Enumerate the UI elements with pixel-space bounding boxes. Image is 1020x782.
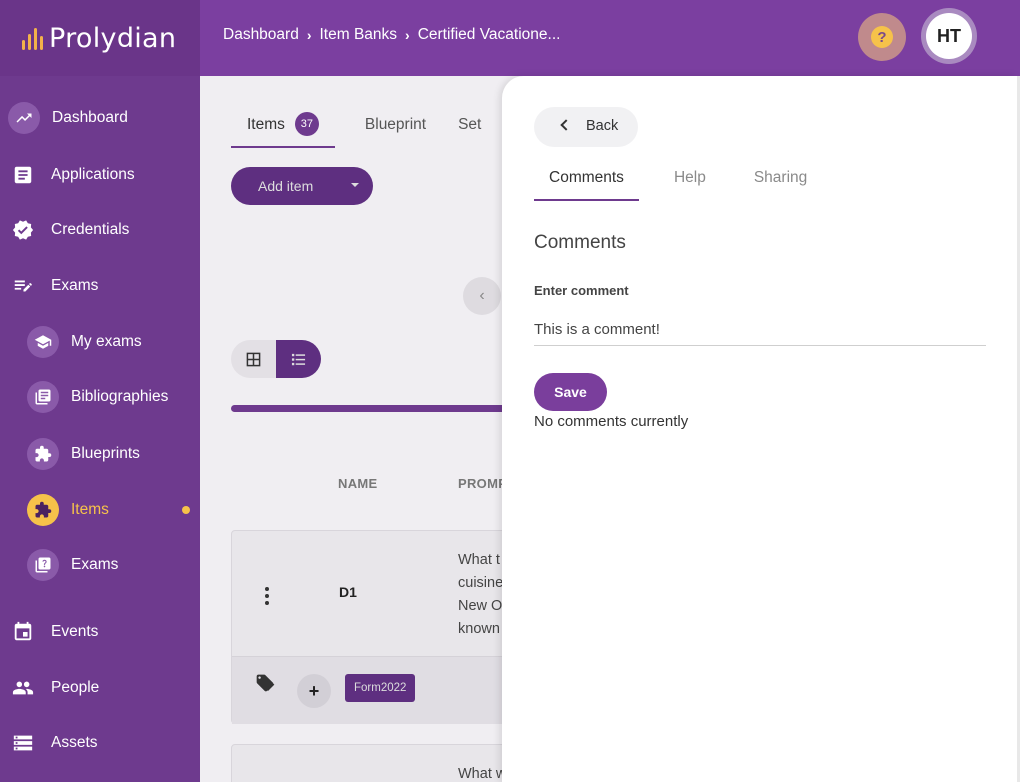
chevron-right-icon: ›: [306, 27, 312, 43]
table-row[interactable]: D1 What t cuisine New O known + Form2022: [231, 530, 531, 724]
items-count-badge: 37: [294, 112, 319, 136]
sidebar-item-label: Bibliographies: [71, 388, 169, 405]
list-icon: [291, 353, 306, 365]
back-button[interactable]: Back: [534, 107, 638, 147]
chevron-left-icon: ‹: [479, 287, 485, 304]
grid-view-button[interactable]: [231, 340, 276, 378]
tab-label: Items: [247, 116, 285, 133]
sidebar-item-items[interactable]: Items: [0, 490, 200, 530]
sidebar-item-credentials[interactable]: Credentials: [0, 210, 200, 250]
avatar-initials: HT: [926, 13, 972, 59]
column-header-name[interactable]: NAME: [338, 476, 377, 491]
caret-down-icon[interactable]: [351, 183, 359, 187]
verified-badge-icon: [12, 219, 34, 241]
add-tag-button[interactable]: +: [297, 674, 331, 708]
column-header-prompt[interactable]: PROMP: [458, 476, 507, 491]
item-prompt: What w: [458, 766, 507, 782]
sidebar-item-label: Items: [71, 501, 109, 518]
grid-icon: [246, 352, 261, 366]
sidebar-item-label: Exams: [71, 556, 119, 573]
chevron-left-icon: [560, 119, 572, 131]
calendar-icon: [12, 621, 34, 643]
tag-chip[interactable]: Form2022: [345, 674, 416, 702]
empty-comments-text: No comments currently: [534, 413, 689, 430]
panel-tabs: Comments Help Sharing: [534, 169, 824, 201]
tab-help[interactable]: Help: [659, 169, 721, 201]
library-books-icon: [27, 381, 59, 413]
tab-label: Set: [458, 116, 482, 133]
sidebar-item-people[interactable]: People: [0, 668, 200, 708]
add-item-label: Add item: [258, 178, 314, 194]
top-bar: Dashboard › Item Banks › Certified Vacat…: [200, 0, 1020, 76]
sidebar: Prolydian Dashboard Applications Credent…: [0, 0, 200, 782]
logo-mark-icon: [22, 26, 43, 50]
trending-up-icon: [8, 102, 40, 134]
active-indicator-dot: [182, 506, 190, 514]
sidebar-item-label: My exams: [71, 333, 142, 350]
app-name: Prolydian: [49, 22, 177, 54]
sidebar-item-label: Blueprints: [71, 445, 140, 462]
item-prompt: What t cuisine New O known: [458, 552, 504, 637]
item-name: D1: [339, 584, 357, 600]
sidebar-item-dashboard[interactable]: Dashboard: [0, 98, 200, 138]
sidebar-item-label: People: [51, 679, 100, 696]
app-logo[interactable]: Prolydian: [0, 0, 200, 76]
item-tags-footer: + Form2022: [232, 656, 530, 724]
document-icon: [12, 164, 34, 186]
puzzle-icon: [27, 438, 59, 470]
tab-sharing[interactable]: Sharing: [739, 169, 822, 201]
save-button[interactable]: Save: [534, 373, 607, 411]
sidebar-item-blueprints[interactable]: Blueprints: [0, 434, 200, 474]
main-tabs: Items 37 Blueprint Set: [231, 112, 497, 148]
tab-settings[interactable]: Set: [442, 116, 497, 148]
breadcrumb-item-banks[interactable]: Item Banks: [320, 26, 398, 44]
comment-input[interactable]: [534, 313, 986, 346]
sidebar-item-my-exams[interactable]: My exams: [0, 322, 200, 362]
tab-label: Blueprint: [364, 116, 427, 133]
section-title: Comments: [534, 232, 626, 253]
avatar[interactable]: HT: [921, 8, 977, 64]
sidebar-item-applications[interactable]: Applications: [0, 155, 200, 195]
sidebar-item-label: Assets: [51, 734, 98, 751]
sidebar-item-assets[interactable]: Assets: [0, 723, 200, 763]
sidebar-item-label: Applications: [51, 166, 135, 183]
sidebar-item-events[interactable]: Events: [0, 612, 200, 652]
sidebar-item-label: Events: [51, 623, 99, 640]
quiz-icon: [27, 549, 59, 581]
comments-panel: Back Comments Help Sharing Comments Ente…: [502, 76, 1017, 782]
breadcrumb-current: Certified Vacatione...: [417, 26, 561, 43]
table-row[interactable]: What w: [231, 744, 531, 782]
chevron-right-icon: ›: [405, 27, 410, 43]
tag-icon: [255, 673, 275, 698]
sidebar-item-label: Exams: [51, 277, 99, 294]
previous-page-button[interactable]: ‹: [463, 277, 501, 315]
back-label: Back: [586, 118, 619, 134]
tab-comments[interactable]: Comments: [534, 169, 639, 201]
sidebar-item-bibliographies[interactable]: Bibliographies: [0, 377, 200, 417]
edit-list-icon: [12, 275, 34, 297]
graduation-cap-icon: [27, 326, 59, 358]
help-icon: ?: [871, 26, 893, 48]
sidebar-item-label: Credentials: [51, 221, 130, 238]
sidebar-item-exams[interactable]: Exams: [0, 266, 200, 306]
list-view-button[interactable]: [276, 340, 321, 378]
comment-field-label: Enter comment: [534, 283, 629, 298]
progress-bar: [231, 405, 531, 412]
breadcrumb-dashboard[interactable]: Dashboard: [223, 26, 299, 44]
view-toggle: [231, 340, 321, 378]
people-icon: [12, 677, 34, 699]
tab-blueprint[interactable]: Blueprint: [349, 116, 442, 148]
breadcrumb: Dashboard › Item Banks › Certified Vacat…: [223, 26, 560, 44]
puzzle-icon: [27, 494, 59, 526]
sidebar-item-exams-sub[interactable]: Exams: [0, 545, 200, 585]
add-item-button[interactable]: Add item: [231, 167, 373, 205]
tab-items[interactable]: Items 37: [231, 112, 335, 148]
storage-icon: [12, 732, 34, 754]
help-button[interactable]: ?: [858, 13, 906, 61]
sidebar-item-label: Dashboard: [52, 109, 128, 126]
more-vert-icon[interactable]: [265, 587, 269, 605]
